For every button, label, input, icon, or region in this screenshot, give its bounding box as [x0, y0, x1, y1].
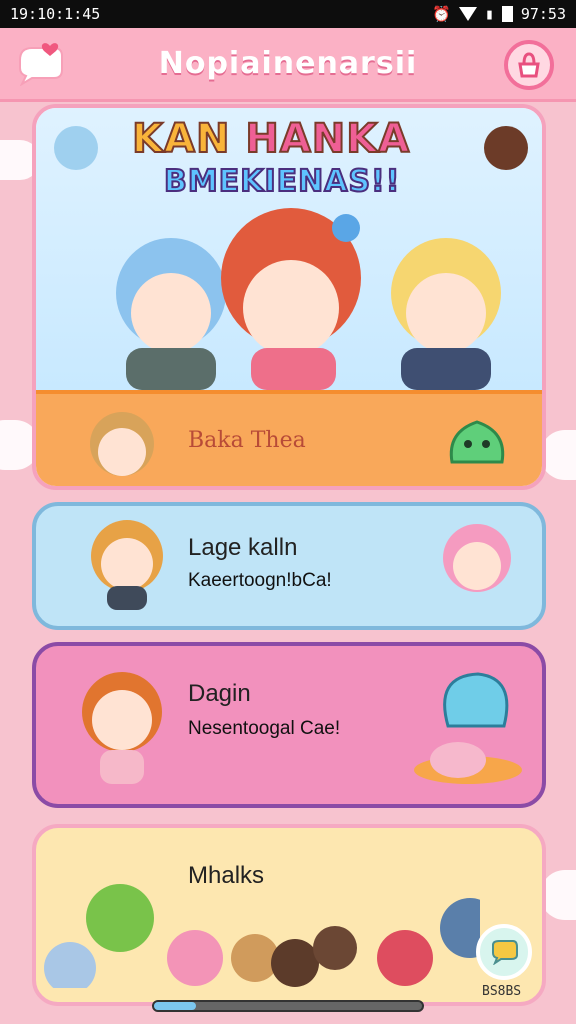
alarm-icon: ⏰	[432, 5, 451, 23]
status-time: 97:53	[520, 5, 566, 23]
character-card-2[interactable]: Dagin Nesentoogal Cae!	[32, 642, 546, 808]
hero-illustration: KAN HANKA BMEKIENAS!!	[36, 108, 542, 390]
card-subtitle: Kaeertoogn!bCa!	[188, 570, 332, 591]
chat-button[interactable]	[476, 924, 532, 980]
card-subtitle: Nesentoogal Cae!	[188, 718, 341, 739]
scrollbar-thumb[interactable]	[154, 1002, 196, 1010]
bag-icon	[518, 52, 540, 78]
blue-blob-icon	[414, 672, 522, 784]
status-left-text: 19:10:1:45	[10, 5, 101, 23]
chibi-characters-illustration	[54, 126, 528, 390]
shop-button[interactable]	[504, 40, 554, 90]
character-card-1[interactable]: Lage kalln Kaeertoogn!bCa!	[32, 502, 546, 630]
character-group-illustration	[44, 884, 480, 988]
battery-icon	[501, 6, 513, 22]
character-card-3[interactable]: Mhalks	[32, 824, 546, 1006]
chat-bubble-icon	[492, 940, 518, 965]
green-slime-icon	[449, 420, 505, 464]
character-avatar	[443, 524, 511, 592]
hero-caption-strip: Baka Thea	[36, 390, 542, 486]
favorites-button[interactable]	[14, 42, 64, 87]
character-avatar	[90, 412, 154, 476]
corner-label: BS8BS	[482, 984, 522, 999]
page-title: Nopiainenarsii	[158, 46, 418, 81]
character-avatar	[82, 672, 162, 784]
character-avatar	[91, 520, 163, 610]
signal-icon: ▮	[484, 5, 494, 23]
hero-caption-label: Baka Thea	[188, 428, 306, 453]
card-title: Lage kalln	[188, 534, 298, 561]
heart-chat-icon	[19, 43, 63, 87]
wifi-icon	[458, 7, 477, 21]
scrollbar[interactable]	[152, 1000, 424, 1012]
card-title: Dagin	[188, 680, 251, 707]
status-bar: 19:10:1:45 ⏰ ▮ 97:53	[0, 0, 576, 28]
top-app-bar: Nopiainenarsii	[0, 28, 576, 102]
hero-banner-card[interactable]: KAN HANKA BMEKIENAS!! Baka Thea	[32, 104, 546, 490]
